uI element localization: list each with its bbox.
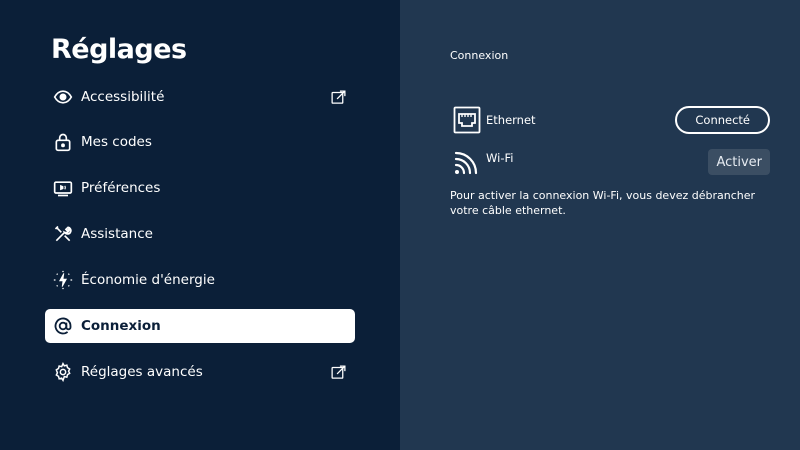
lock-icon bbox=[52, 131, 74, 153]
sidebar-item-label: Réglages avancés bbox=[81, 364, 203, 380]
sidebar-item-label: Assistance bbox=[81, 226, 153, 242]
wifi-label: Wi-Fi bbox=[486, 151, 514, 165]
sidebar-item-my-codes[interactable]: Mes codes bbox=[45, 125, 355, 159]
sidebar-item-preferences[interactable]: Préférences bbox=[45, 171, 355, 205]
ethernet-label: Ethernet bbox=[486, 113, 536, 127]
external-link-icon bbox=[329, 88, 347, 106]
sidebar-item-assistance[interactable]: Assistance bbox=[45, 217, 355, 251]
sidebar-item-connection[interactable]: Connexion bbox=[45, 309, 355, 343]
external-link-icon bbox=[329, 363, 347, 381]
wifi-row: Wi-Fi Activer bbox=[452, 146, 770, 178]
sidebar-item-label: Préférences bbox=[81, 180, 161, 196]
eye-icon bbox=[52, 86, 74, 108]
ethernet-connected-button[interactable]: Connecté bbox=[675, 106, 770, 134]
sidebar-item-label: Connexion bbox=[81, 318, 161, 334]
sidebar-item-label: Économie d'énergie bbox=[81, 272, 215, 288]
connection-panel bbox=[400, 0, 800, 450]
page-title: Réglages bbox=[51, 34, 187, 65]
wifi-info-text: Pour activer la connexion Wi-Fi, vous de… bbox=[450, 189, 756, 217]
sidebar-item-energy-saving[interactable]: Économie d'énergie bbox=[45, 263, 355, 297]
ethernet-row: Ethernet Connecté bbox=[452, 104, 770, 136]
ethernet-port-icon bbox=[452, 105, 482, 135]
energy-icon bbox=[52, 269, 74, 291]
wifi-icon bbox=[452, 147, 482, 177]
tools-icon bbox=[52, 223, 74, 245]
sidebar-item-accessibility[interactable]: Accessibilité bbox=[45, 80, 355, 114]
gear-icon bbox=[52, 361, 74, 383]
at-icon bbox=[52, 315, 74, 337]
wifi-activate-button[interactable]: Activer bbox=[708, 149, 770, 175]
sidebar-item-label: Mes codes bbox=[81, 134, 152, 150]
tv-icon bbox=[52, 177, 74, 199]
sidebar-item-advanced-settings[interactable]: Réglages avancés bbox=[45, 355, 355, 389]
sidebar-item-label: Accessibilité bbox=[81, 89, 165, 105]
section-title: Connexion bbox=[450, 49, 509, 62]
